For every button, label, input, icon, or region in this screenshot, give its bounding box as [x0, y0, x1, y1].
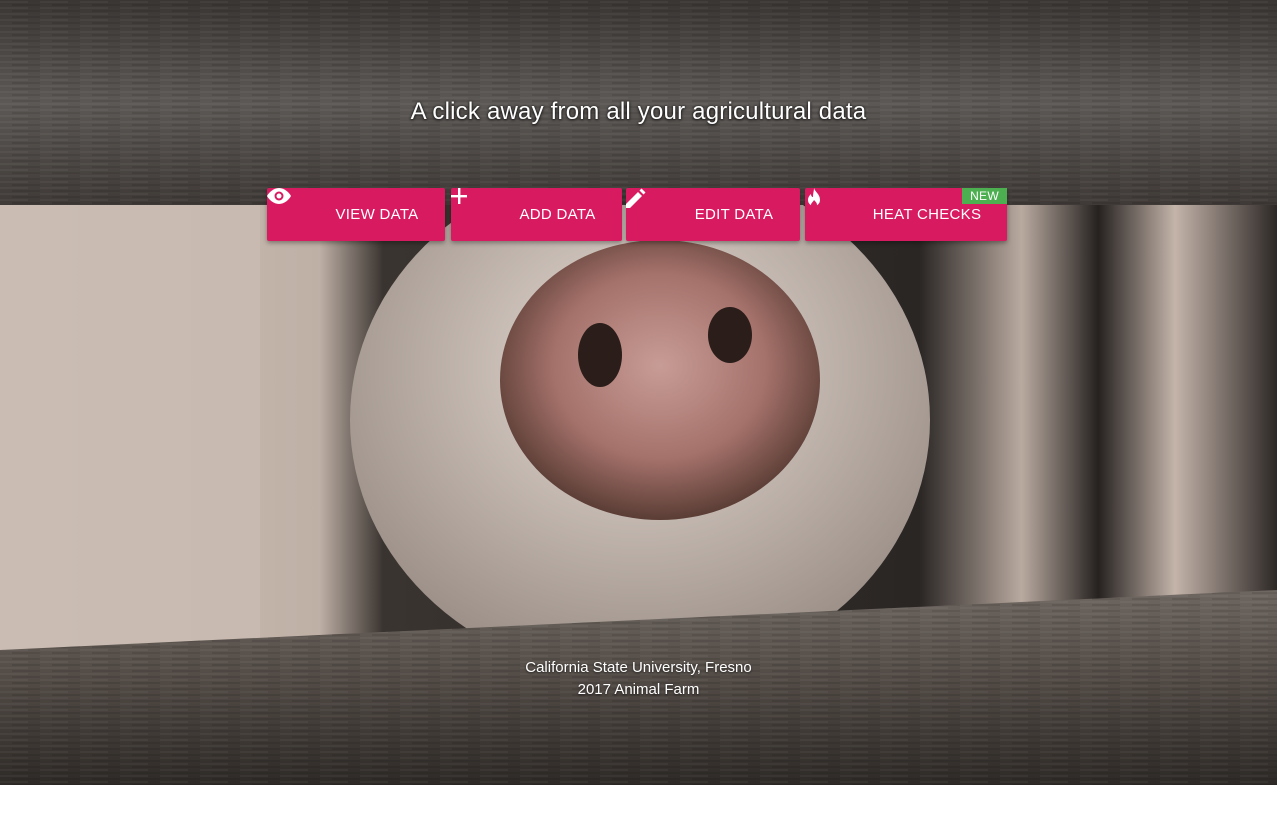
heat-checks-button[interactable]: HEAT CHECKS NEW [805, 188, 1007, 241]
pencil-icon [626, 188, 679, 228]
footer-university: California State University, Fresno [525, 659, 752, 676]
add-data-button[interactable]: ADD DATA [451, 188, 622, 241]
view-data-label: VIEW DATA [335, 206, 419, 223]
edit-data-label: EDIT DATA [694, 206, 774, 223]
heat-checks-label: HEAT CHECKS [872, 206, 982, 223]
footer-farm-year: 2017 Animal Farm [577, 681, 700, 698]
add-data-label: ADD DATA [519, 206, 596, 223]
plus-icon [451, 188, 503, 228]
hero-tagline: A click away from all your agricultural … [410, 98, 867, 125]
edit-data-button[interactable]: EDIT DATA [626, 188, 800, 241]
view-data-button[interactable]: VIEW DATA [267, 188, 445, 241]
new-badge: NEW [962, 188, 1007, 204]
eye-icon [267, 188, 320, 228]
hero-banner: A click away from all your agricultural … [0, 0, 1277, 785]
fire-icon [808, 188, 857, 228]
